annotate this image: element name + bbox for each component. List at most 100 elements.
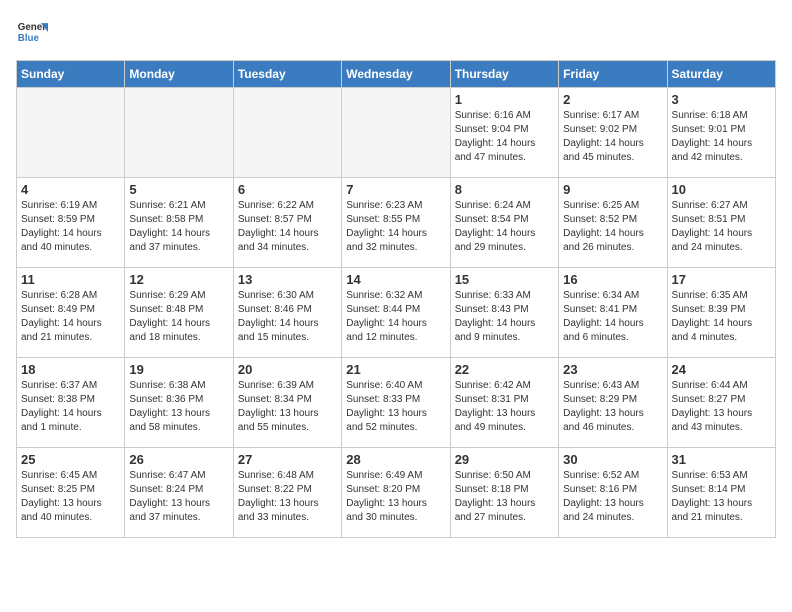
day-number: 19: [129, 362, 228, 377]
weekday-header: Wednesday: [342, 61, 450, 88]
day-info: Sunrise: 6:19 AM Sunset: 8:59 PM Dayligh…: [21, 199, 120, 255]
day-info: Sunrise: 6:40 AM Sunset: 8:33 PM Dayligh…: [346, 379, 445, 435]
day-number: 30: [563, 452, 662, 467]
calendar-cell: [17, 88, 125, 178]
day-number: 2: [563, 92, 662, 107]
day-number: 22: [455, 362, 554, 377]
calendar-cell: 31 Sunrise: 6:53 AM Sunset: 8:14 PM Dayli…: [667, 448, 775, 538]
day-info: Sunrise: 6:21 AM Sunset: 8:58 PM Dayligh…: [129, 199, 228, 255]
weekday-header: Tuesday: [233, 61, 341, 88]
day-number: 17: [672, 272, 771, 287]
day-number: 3: [672, 92, 771, 107]
calendar-cell: 3 Sunrise: 6:18 AM Sunset: 9:01 PM Daylig…: [667, 88, 775, 178]
weekday-header: Monday: [125, 61, 233, 88]
day-info: Sunrise: 6:16 AM Sunset: 9:04 PM Dayligh…: [455, 109, 554, 165]
day-info: Sunrise: 6:28 AM Sunset: 8:49 PM Dayligh…: [21, 289, 120, 345]
day-number: 4: [21, 182, 120, 197]
day-info: Sunrise: 6:44 AM Sunset: 8:27 PM Dayligh…: [672, 379, 771, 435]
day-number: 18: [21, 362, 120, 377]
calendar-cell: 21 Sunrise: 6:40 AM Sunset: 8:33 PM Dayli…: [342, 358, 450, 448]
calendar-cell: 19 Sunrise: 6:38 AM Sunset: 8:36 PM Dayli…: [125, 358, 233, 448]
day-info: Sunrise: 6:48 AM Sunset: 8:22 PM Dayligh…: [238, 469, 337, 525]
calendar-week-row: 11 Sunrise: 6:28 AM Sunset: 8:49 PM Dayli…: [17, 268, 776, 358]
day-info: Sunrise: 6:52 AM Sunset: 8:16 PM Dayligh…: [563, 469, 662, 525]
day-number: 6: [238, 182, 337, 197]
day-number: 26: [129, 452, 228, 467]
day-number: 15: [455, 272, 554, 287]
day-number: 21: [346, 362, 445, 377]
day-number: 25: [21, 452, 120, 467]
day-info: Sunrise: 6:35 AM Sunset: 8:39 PM Dayligh…: [672, 289, 771, 345]
calendar-table: SundayMondayTuesdayWednesdayThursdayFrid…: [16, 60, 776, 538]
calendar-cell: 26Sunrise: 6:47 AM Sunset: 8:24 PM Dayli…: [125, 448, 233, 538]
calendar-cell: 29Sunrise: 6:50 AM Sunset: 8:18 PM Dayli…: [450, 448, 558, 538]
calendar-cell: 8 Sunrise: 6:24 AM Sunset: 8:54 PM Daylig…: [450, 178, 558, 268]
calendar-cell: 17 Sunrise: 6:35 AM Sunset: 8:39 PM Dayli…: [667, 268, 775, 358]
calendar-cell: 27 Sunrise: 6:48 AM Sunset: 8:22 PM Dayli…: [233, 448, 341, 538]
calendar-week-row: 25 Sunrise: 6:45 AM Sunset: 8:25 PM Dayli…: [17, 448, 776, 538]
calendar-week-row: 18 Sunrise: 6:37 AM Sunset: 8:38 PM Dayli…: [17, 358, 776, 448]
calendar-cell: 23 Sunrise: 6:43 AM Sunset: 8:29 PM Dayli…: [559, 358, 667, 448]
day-info: Sunrise: 6:22 AM Sunset: 8:57 PM Dayligh…: [238, 199, 337, 255]
day-number: 10: [672, 182, 771, 197]
calendar-cell: 12 Sunrise: 6:29 AM Sunset: 8:48 PM Dayli…: [125, 268, 233, 358]
day-number: 11: [21, 272, 120, 287]
day-info: Sunrise: 6:43 AM Sunset: 8:29 PM Dayligh…: [563, 379, 662, 435]
calendar-cell: 13 Sunrise: 6:30 AM Sunset: 8:46 PM Dayli…: [233, 268, 341, 358]
day-number: 9: [563, 182, 662, 197]
day-number: 12: [129, 272, 228, 287]
day-info: Sunrise: 6:39 AM Sunset: 8:34 PM Dayligh…: [238, 379, 337, 435]
day-info: Sunrise: 6:37 AM Sunset: 8:38 PM Dayligh…: [21, 379, 120, 435]
calendar-week-row: 4 Sunrise: 6:19 AM Sunset: 8:59 PM Daylig…: [17, 178, 776, 268]
day-number: 8: [455, 182, 554, 197]
day-number: 13: [238, 272, 337, 287]
day-number: 20: [238, 362, 337, 377]
calendar-cell: 24Sunrise: 6:44 AM Sunset: 8:27 PM Dayli…: [667, 358, 775, 448]
calendar-cell: [233, 88, 341, 178]
day-info: Sunrise: 6:33 AM Sunset: 8:43 PM Dayligh…: [455, 289, 554, 345]
svg-text:Blue: Blue: [18, 33, 40, 44]
day-number: 16: [563, 272, 662, 287]
calendar-cell: 4 Sunrise: 6:19 AM Sunset: 8:59 PM Daylig…: [17, 178, 125, 268]
day-info: Sunrise: 6:42 AM Sunset: 8:31 PM Dayligh…: [455, 379, 554, 435]
day-info: Sunrise: 6:49 AM Sunset: 8:20 PM Dayligh…: [346, 469, 445, 525]
calendar-cell: [125, 88, 233, 178]
day-number: 23: [563, 362, 662, 377]
day-number: 7: [346, 182, 445, 197]
day-number: 14: [346, 272, 445, 287]
day-info: Sunrise: 6:24 AM Sunset: 8:54 PM Dayligh…: [455, 199, 554, 255]
calendar-cell: 9Sunrise: 6:25 AM Sunset: 8:52 PM Daylig…: [559, 178, 667, 268]
day-info: Sunrise: 6:53 AM Sunset: 8:14 PM Dayligh…: [672, 469, 771, 525]
logo: General Blue: [16, 16, 52, 48]
calendar-cell: 10 Sunrise: 6:27 AM Sunset: 8:51 PM Dayli…: [667, 178, 775, 268]
calendar-cell: 1Sunrise: 6:16 AM Sunset: 9:04 PM Daylig…: [450, 88, 558, 178]
day-info: Sunrise: 6:29 AM Sunset: 8:48 PM Dayligh…: [129, 289, 228, 345]
day-number: 27: [238, 452, 337, 467]
weekday-header-row: SundayMondayTuesdayWednesdayThursdayFrid…: [17, 61, 776, 88]
calendar-cell: 20 Sunrise: 6:39 AM Sunset: 8:34 PM Dayli…: [233, 358, 341, 448]
day-info: Sunrise: 6:17 AM Sunset: 9:02 PM Dayligh…: [563, 109, 662, 165]
calendar-cell: 6 Sunrise: 6:22 AM Sunset: 8:57 PM Daylig…: [233, 178, 341, 268]
calendar-cell: 16Sunrise: 6:34 AM Sunset: 8:41 PM Dayli…: [559, 268, 667, 358]
calendar-cell: 7 Sunrise: 6:23 AM Sunset: 8:55 PM Daylig…: [342, 178, 450, 268]
day-info: Sunrise: 6:23 AM Sunset: 8:55 PM Dayligh…: [346, 199, 445, 255]
day-info: Sunrise: 6:18 AM Sunset: 9:01 PM Dayligh…: [672, 109, 771, 165]
calendar-cell: 11 Sunrise: 6:28 AM Sunset: 8:49 PM Dayli…: [17, 268, 125, 358]
calendar-cell: 18 Sunrise: 6:37 AM Sunset: 8:38 PM Dayli…: [17, 358, 125, 448]
day-number: 29: [455, 452, 554, 467]
day-info: Sunrise: 6:27 AM Sunset: 8:51 PM Dayligh…: [672, 199, 771, 255]
calendar-cell: 5 Sunrise: 6:21 AM Sunset: 8:58 PM Daylig…: [125, 178, 233, 268]
weekday-header: Thursday: [450, 61, 558, 88]
calendar-cell: 14Sunrise: 6:32 AM Sunset: 8:44 PM Dayli…: [342, 268, 450, 358]
calendar-cell: 2 Sunrise: 6:17 AM Sunset: 9:02 PM Daylig…: [559, 88, 667, 178]
day-number: 5: [129, 182, 228, 197]
day-info: Sunrise: 6:45 AM Sunset: 8:25 PM Dayligh…: [21, 469, 120, 525]
day-number: 31: [672, 452, 771, 467]
day-info: Sunrise: 6:38 AM Sunset: 8:36 PM Dayligh…: [129, 379, 228, 435]
weekday-header: Friday: [559, 61, 667, 88]
day-number: 28: [346, 452, 445, 467]
calendar-cell: 28 Sunrise: 6:49 AM Sunset: 8:20 PM Dayli…: [342, 448, 450, 538]
weekday-header: Sunday: [17, 61, 125, 88]
calendar-cell: 25 Sunrise: 6:45 AM Sunset: 8:25 PM Dayli…: [17, 448, 125, 538]
day-info: Sunrise: 6:30 AM Sunset: 8:46 PM Dayligh…: [238, 289, 337, 345]
